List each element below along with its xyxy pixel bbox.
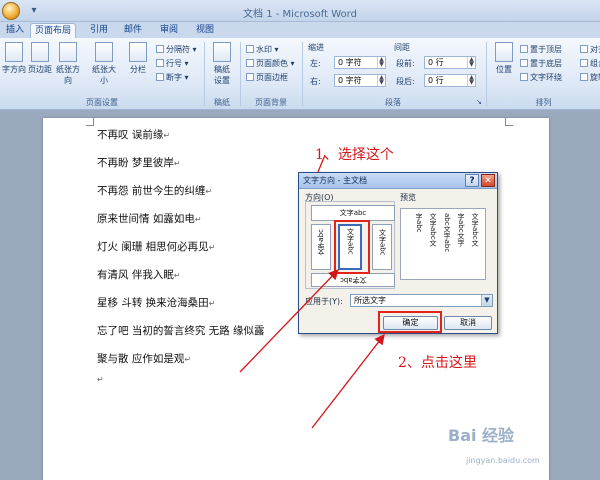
baidu-watermark-url: jingyan.baidu.com: [466, 456, 540, 465]
baidu-watermark-logo: Bai 经验: [448, 426, 515, 445]
annotation-arrows: [239, 154, 385, 429]
annotation-step1: 1、选择这个: [315, 147, 394, 163]
annotation-arrow: [239, 269, 339, 373]
annotation-arrow: [311, 333, 385, 429]
annotation-step2: 2、点击这里: [398, 355, 477, 371]
